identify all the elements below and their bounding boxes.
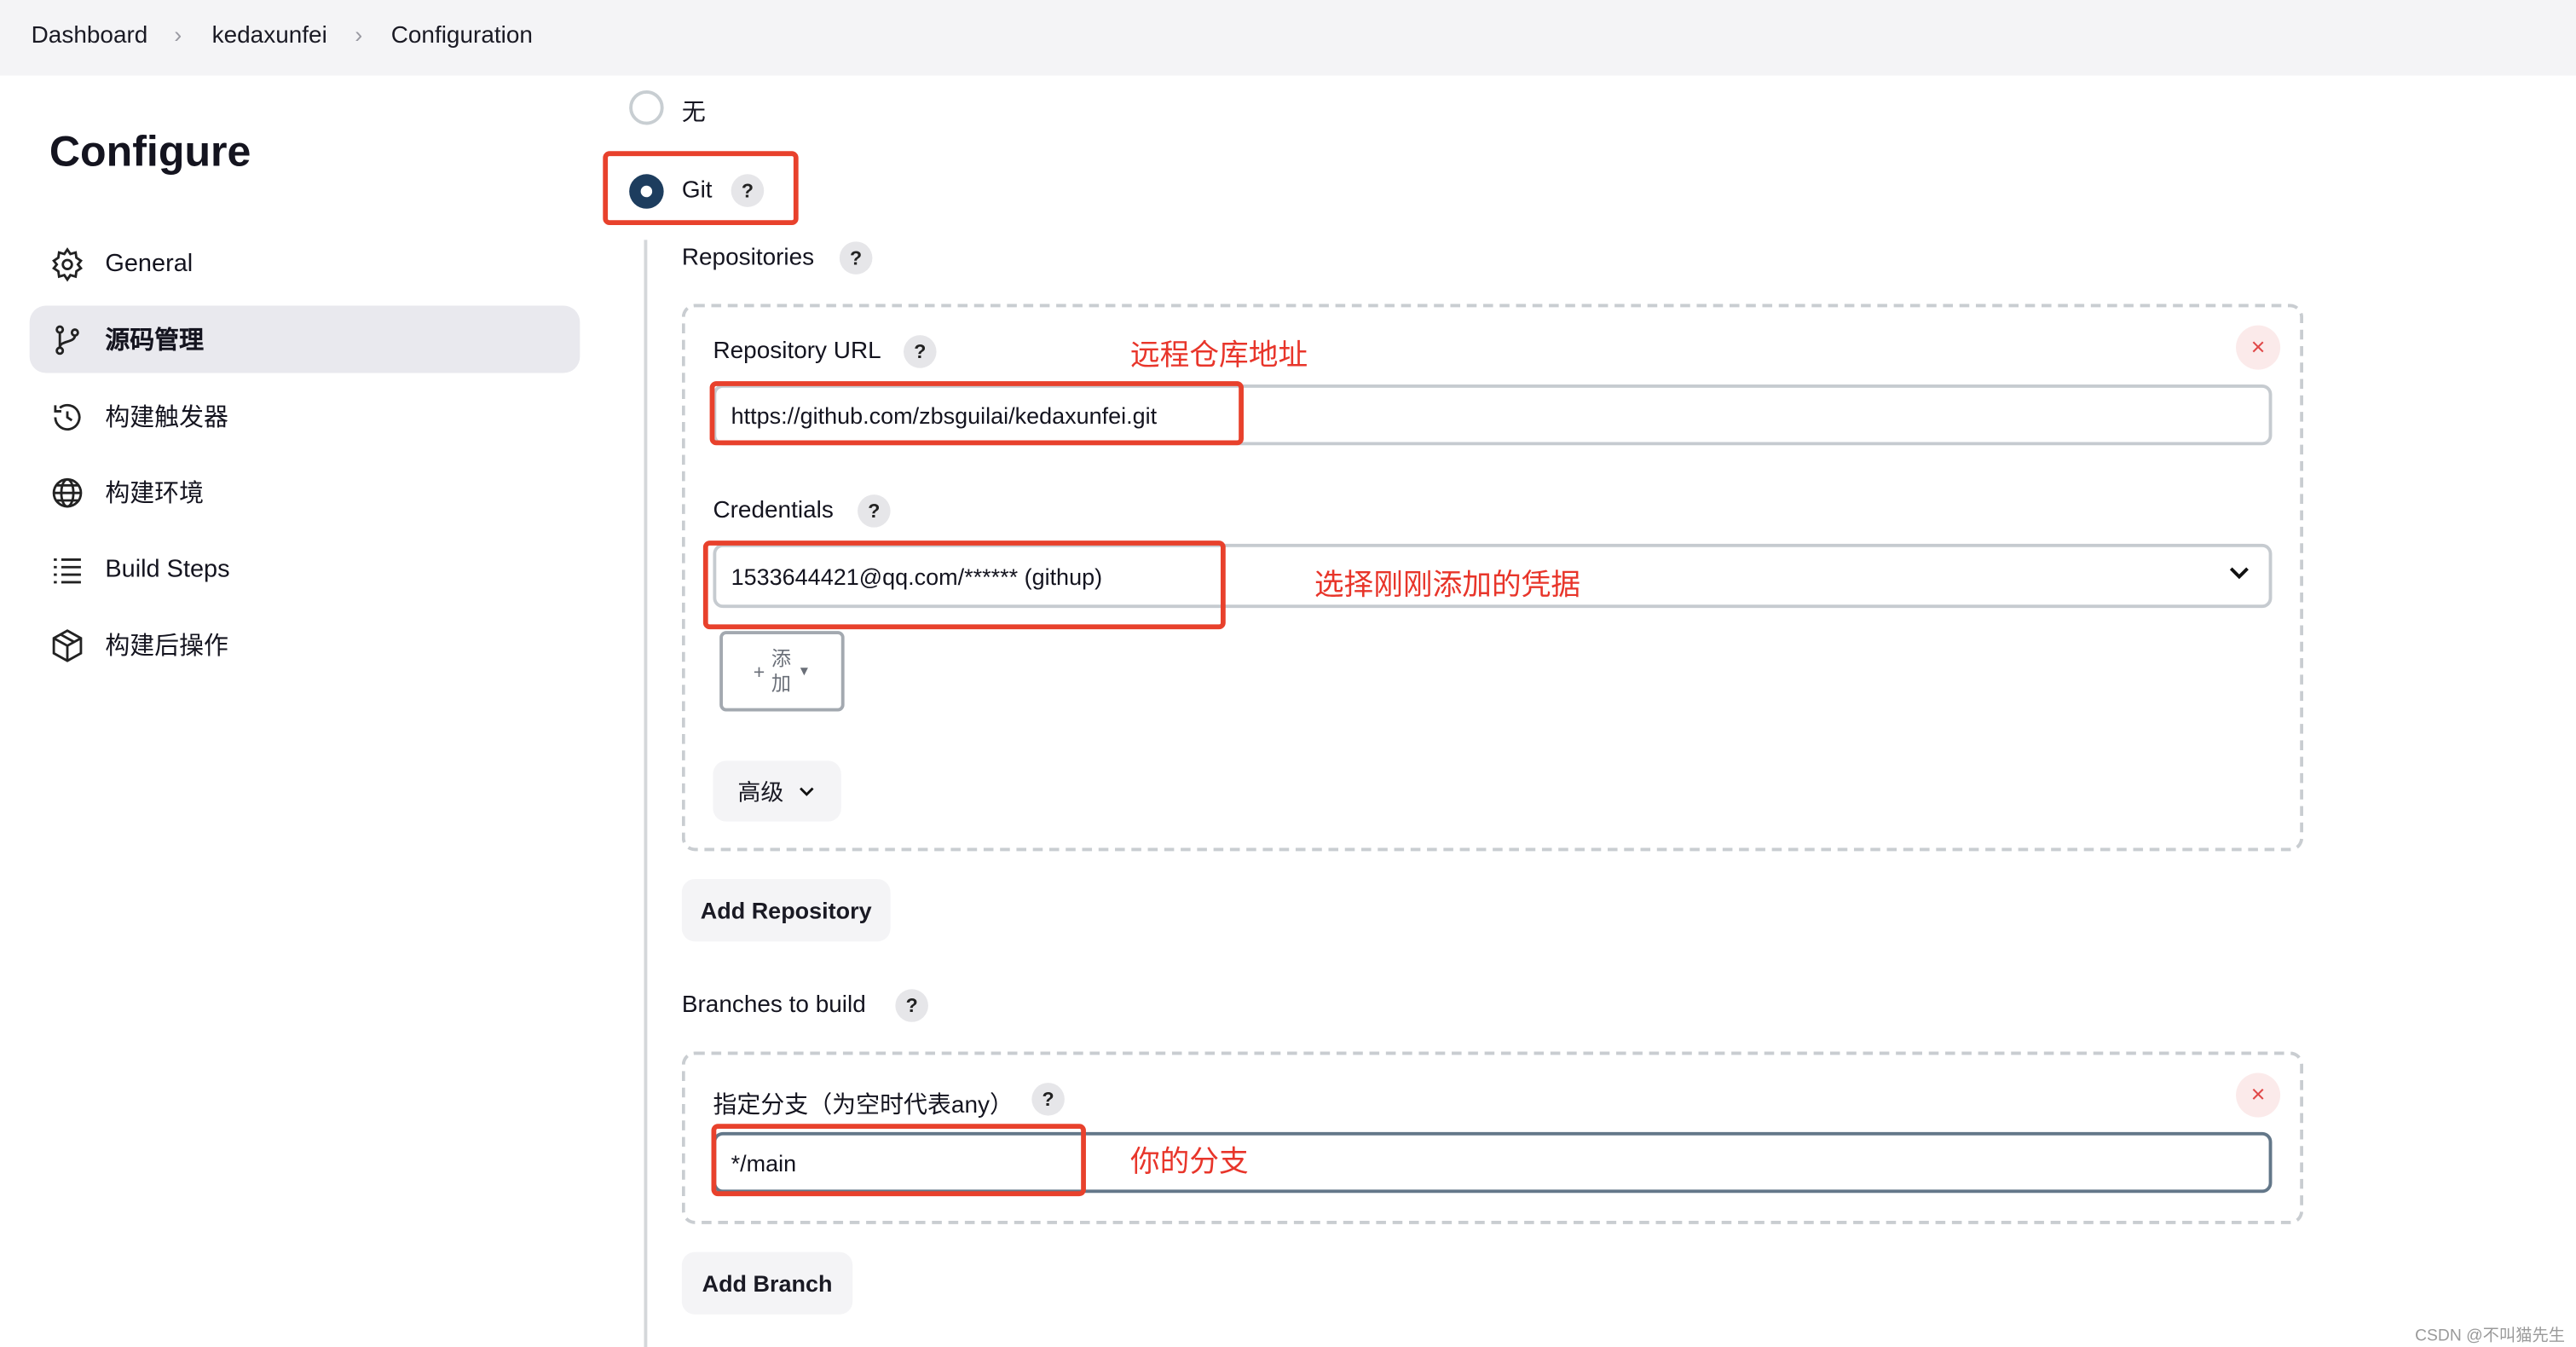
- scm-option-git-label: Git: [681, 177, 713, 204]
- top-bar: [0, 0, 2576, 76]
- breadcrumb-separator-icon: ›: [355, 21, 363, 48]
- sidebar-item-label: 构建环境: [105, 479, 205, 508]
- remove-branch-button[interactable]: ×: [2236, 1072, 2281, 1118]
- breadcrumb-job[interactable]: kedaxunfei: [212, 23, 327, 49]
- scm-option-none-label: 无: [681, 100, 706, 127]
- annotation-box: [702, 541, 1226, 630]
- help-icon[interactable]: ?: [731, 174, 765, 207]
- chevron-down-icon: [2226, 560, 2252, 594]
- annotation-branch: 你的分支: [1129, 1145, 1249, 1178]
- sidebar-item-label: 源码管理: [105, 327, 205, 356]
- watermark: CSDN @不叫猫先生: [2415, 1327, 2566, 1346]
- sidebar-item-post-build[interactable]: 构建后操作: [30, 611, 580, 679]
- sidebar-item-build-environment[interactable]: 构建环境: [30, 459, 580, 526]
- repositories-label: Repositories: [681, 245, 815, 272]
- breadcrumb-dashboard[interactable]: Dashboard: [32, 23, 148, 49]
- section-divider: [644, 240, 648, 1347]
- scm-radio-none[interactable]: [629, 90, 664, 125]
- advanced-label: 高级: [737, 778, 784, 805]
- sidebar-item-general[interactable]: General: [30, 230, 580, 298]
- add-credentials-button[interactable]: + 添加 ▼: [719, 631, 845, 712]
- add-label: 添加: [771, 646, 792, 695]
- clock-icon: [48, 396, 87, 436]
- help-icon[interactable]: ?: [858, 494, 891, 528]
- remove-repository-button[interactable]: ×: [2236, 325, 2281, 370]
- package-icon: [48, 625, 87, 664]
- repository-url-label: Repository URL: [713, 338, 881, 365]
- sidebar-item-label: 构建触发器: [105, 404, 228, 432]
- help-icon[interactable]: ?: [839, 241, 873, 275]
- annotation-box: [709, 381, 1244, 446]
- help-icon[interactable]: ?: [904, 335, 937, 368]
- branches-label: Branches to build: [681, 992, 866, 1019]
- globe-icon: [48, 472, 87, 512]
- sidebar-item-label: Build Steps: [105, 555, 230, 584]
- advanced-button[interactable]: 高级: [713, 760, 841, 822]
- add-branch-button[interactable]: Add Branch: [681, 1252, 853, 1315]
- annotation-box: [711, 1124, 1086, 1197]
- branch-icon: [48, 320, 87, 359]
- sidebar-item-scm[interactable]: 源码管理: [29, 305, 580, 373]
- gear-icon: [48, 244, 87, 283]
- add-repository-button[interactable]: Add Repository: [681, 879, 891, 942]
- caret-down-icon: ▼: [797, 663, 811, 679]
- branch-specifier-label: 指定分支（为空时代表any）: [713, 1092, 1014, 1119]
- sidebar-item-label: 构建后操作: [105, 633, 228, 661]
- breadcrumb-configuration[interactable]: Configuration: [391, 23, 533, 49]
- sidebar-item-build-triggers[interactable]: 构建触发器: [30, 383, 580, 450]
- sidebar-item-build-steps[interactable]: Build Steps: [30, 535, 580, 603]
- breadcrumb-separator-icon: ›: [174, 21, 182, 48]
- sidebar-item-label: General: [105, 249, 193, 278]
- chevron-down-icon: [800, 786, 814, 795]
- credentials-label: Credentials: [713, 497, 834, 524]
- annotation-credentials: 选择刚刚添加的凭据: [1314, 568, 1581, 602]
- plus-icon: +: [753, 659, 765, 683]
- help-icon[interactable]: ?: [1031, 1083, 1065, 1116]
- page-title: Configure: [49, 126, 251, 176]
- annotation-repo-url: 远程仓库地址: [1129, 338, 1308, 372]
- list-icon: [48, 550, 87, 589]
- help-icon[interactable]: ?: [895, 989, 928, 1022]
- scm-radio-git[interactable]: [629, 174, 664, 209]
